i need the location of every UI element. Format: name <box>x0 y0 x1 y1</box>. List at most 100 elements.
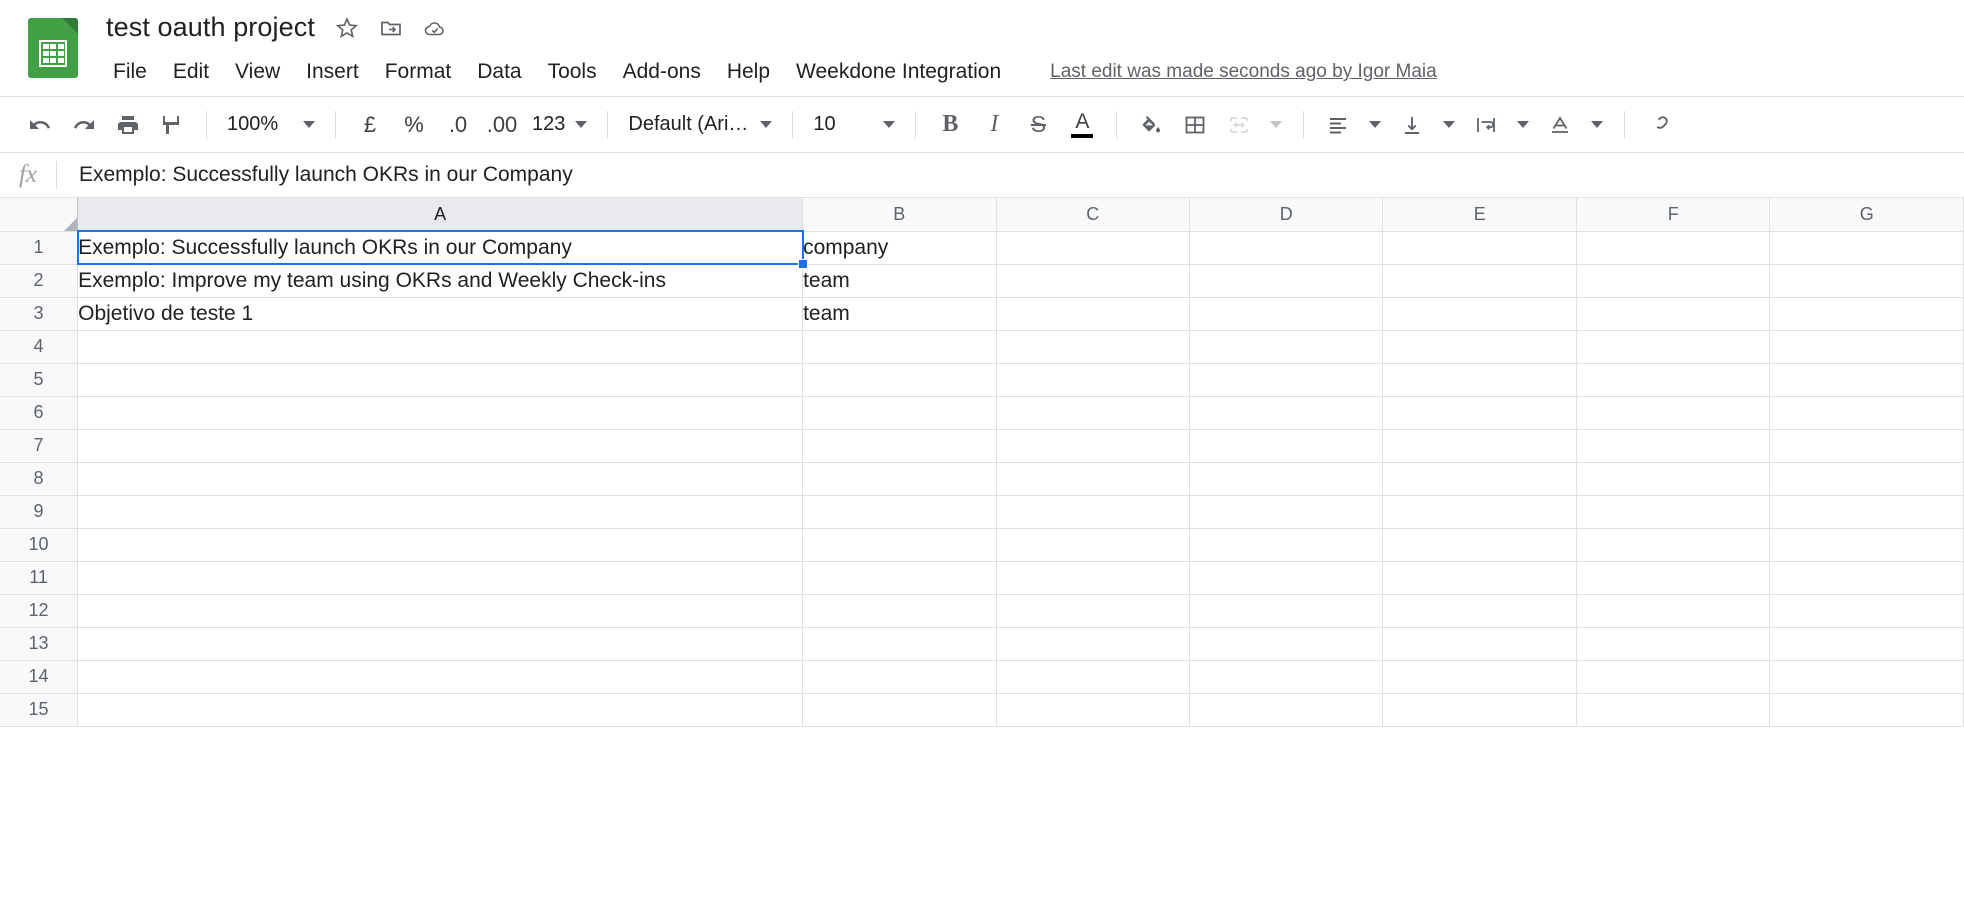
cell-C9[interactable] <box>996 495 1191 529</box>
cell-B11[interactable] <box>802 561 997 595</box>
cell-F6[interactable] <box>1576 396 1771 430</box>
cell-E6[interactable] <box>1382 396 1577 430</box>
menu-item-tools[interactable]: Tools <box>535 56 610 88</box>
cell-B1[interactable]: company <box>802 231 997 265</box>
cell-F7[interactable] <box>1576 429 1771 463</box>
cloud-saved-icon[interactable] <box>423 16 447 40</box>
cell-B5[interactable] <box>802 363 997 397</box>
cell-B6[interactable] <box>802 396 997 430</box>
row-header-10[interactable]: 10 <box>0 528 79 562</box>
cell-C12[interactable] <box>996 594 1191 628</box>
menu-item-format[interactable]: Format <box>372 56 465 88</box>
row-header-6[interactable]: 6 <box>0 396 79 430</box>
cell-G15[interactable] <box>1769 693 1964 727</box>
cell-C13[interactable] <box>996 627 1191 661</box>
cell-G1[interactable] <box>1769 231 1964 265</box>
menu-item-file[interactable]: File <box>100 56 160 88</box>
cell-D15[interactable] <box>1189 693 1384 727</box>
text-rotation-dropdown[interactable] <box>1582 105 1612 145</box>
borders-icon[interactable] <box>1173 105 1217 145</box>
star-icon[interactable] <box>335 16 359 40</box>
cell-C6[interactable] <box>996 396 1191 430</box>
cell-G3[interactable] <box>1769 297 1964 331</box>
cell-F5[interactable] <box>1576 363 1771 397</box>
row-header-15[interactable]: 15 <box>0 693 79 727</box>
cell-G4[interactable] <box>1769 330 1964 364</box>
cell-A2[interactable]: Exemplo: Improve my team using OKRs and … <box>77 264 804 298</box>
cell-E9[interactable] <box>1382 495 1577 529</box>
cell-C15[interactable] <box>996 693 1191 727</box>
cell-B13[interactable] <box>802 627 997 661</box>
cell-D12[interactable] <box>1189 594 1384 628</box>
zoom-selector[interactable]: 100% <box>219 105 323 145</box>
cell-C2[interactable] <box>996 264 1191 298</box>
cell-G2[interactable] <box>1769 264 1964 298</box>
cell-G12[interactable] <box>1769 594 1964 628</box>
cell-B7[interactable] <box>802 429 997 463</box>
cell-B15[interactable] <box>802 693 997 727</box>
cell-D2[interactable] <box>1189 264 1384 298</box>
cell-A13[interactable] <box>77 627 804 661</box>
cell-D5[interactable] <box>1189 363 1384 397</box>
cell-B10[interactable] <box>802 528 997 562</box>
cell-A4[interactable] <box>77 330 804 364</box>
text-wrapping-icon[interactable] <box>1464 105 1508 145</box>
cell-A6[interactable] <box>77 396 804 430</box>
text-wrapping-dropdown[interactable] <box>1508 105 1538 145</box>
cell-A10[interactable] <box>77 528 804 562</box>
cell-A5[interactable] <box>77 363 804 397</box>
column-header-g[interactable]: G <box>1769 198 1964 232</box>
cell-C10[interactable] <box>996 528 1191 562</box>
cell-D13[interactable] <box>1189 627 1384 661</box>
row-header-7[interactable]: 7 <box>0 429 79 463</box>
cell-B12[interactable] <box>802 594 997 628</box>
cell-G9[interactable] <box>1769 495 1964 529</box>
column-header-a[interactable]: A <box>77 198 804 232</box>
column-header-b[interactable]: B <box>802 198 997 232</box>
cell-B3[interactable]: team <box>802 297 997 331</box>
formula-input[interactable]: Exemplo: Successfully launch OKRs in our… <box>57 163 1964 187</box>
row-header-12[interactable]: 12 <box>0 594 79 628</box>
cell-F13[interactable] <box>1576 627 1771 661</box>
cell-D3[interactable] <box>1189 297 1384 331</box>
cell-A7[interactable] <box>77 429 804 463</box>
select-all-corner[interactable] <box>0 198 79 232</box>
menu-item-insert[interactable]: Insert <box>293 56 372 88</box>
cell-D10[interactable] <box>1189 528 1384 562</box>
column-header-d[interactable]: D <box>1189 198 1384 232</box>
strikethrough-button[interactable]: S <box>1016 105 1060 145</box>
cell-F1[interactable] <box>1576 231 1771 265</box>
cell-A3[interactable]: Objetivo de teste 1 <box>77 297 804 331</box>
cell-A9[interactable] <box>77 495 804 529</box>
currency-format-button[interactable]: £ <box>348 105 392 145</box>
cell-E4[interactable] <box>1382 330 1577 364</box>
cell-E12[interactable] <box>1382 594 1577 628</box>
cell-D1[interactable] <box>1189 231 1384 265</box>
cell-B14[interactable] <box>802 660 997 694</box>
cell-G7[interactable] <box>1769 429 1964 463</box>
merge-cells-icon[interactable] <box>1217 105 1261 145</box>
cell-F12[interactable] <box>1576 594 1771 628</box>
cell-D6[interactable] <box>1189 396 1384 430</box>
insert-link-icon[interactable] <box>1637 105 1681 145</box>
column-header-c[interactable]: C <box>996 198 1191 232</box>
cell-C11[interactable] <box>996 561 1191 595</box>
italic-button[interactable]: I <box>972 105 1016 145</box>
cell-D11[interactable] <box>1189 561 1384 595</box>
row-header-5[interactable]: 5 <box>0 363 79 397</box>
column-header-e[interactable]: E <box>1382 198 1577 232</box>
vertical-align-dropdown[interactable] <box>1434 105 1464 145</box>
increase-decimal-button[interactable]: .00 <box>480 105 524 145</box>
fill-handle[interactable] <box>797 259 808 269</box>
row-header-9[interactable]: 9 <box>0 495 79 529</box>
row-header-4[interactable]: 4 <box>0 330 79 364</box>
row-header-1[interactable]: 1 <box>0 231 79 265</box>
cell-C4[interactable] <box>996 330 1191 364</box>
cell-C7[interactable] <box>996 429 1191 463</box>
move-to-folder-icon[interactable] <box>379 16 403 40</box>
cell-E11[interactable] <box>1382 561 1577 595</box>
cell-A14[interactable] <box>77 660 804 694</box>
cell-G11[interactable] <box>1769 561 1964 595</box>
decrease-decimal-button[interactable]: .0 <box>436 105 480 145</box>
cell-E10[interactable] <box>1382 528 1577 562</box>
